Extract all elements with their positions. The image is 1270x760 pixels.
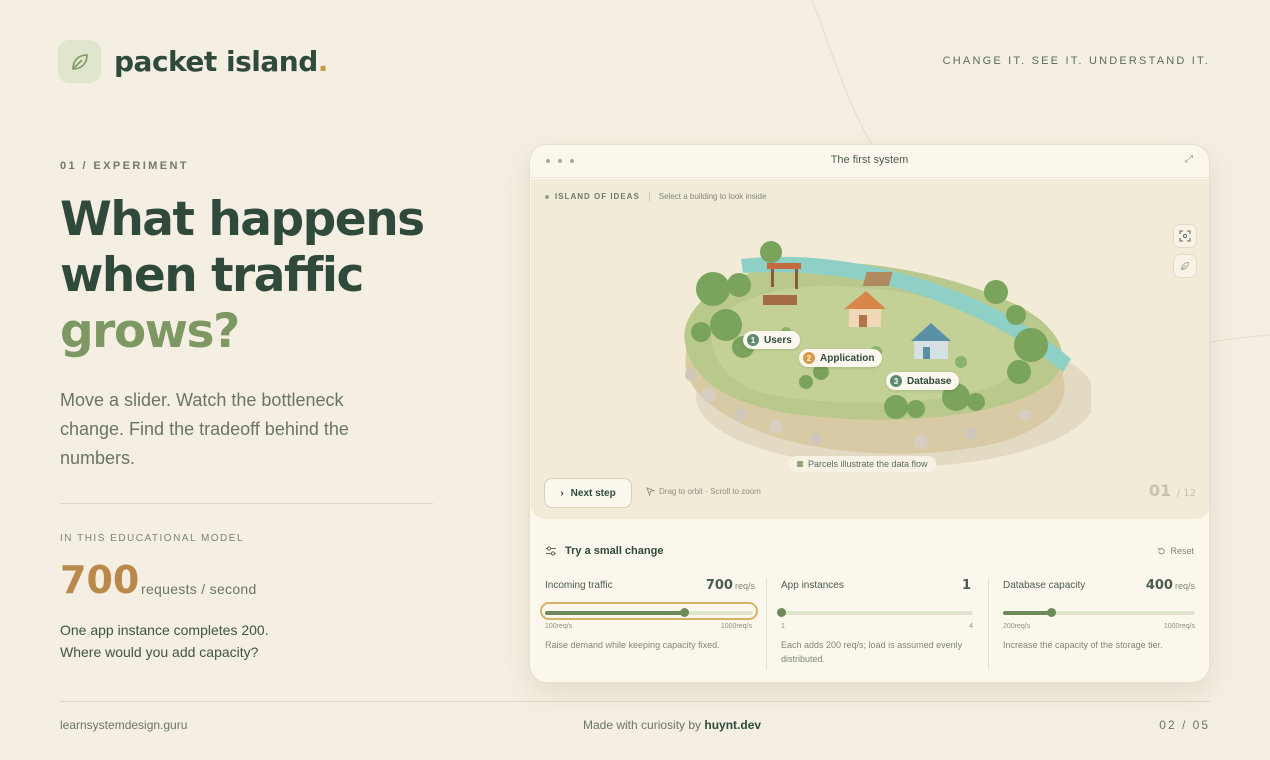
users-pin[interactable]: 1 Users [743, 331, 800, 349]
scene-label: ISLAND OF IDEAS Select a building to loo… [545, 192, 766, 201]
page-title: What happens when traffic grows? [60, 192, 425, 359]
pin-label: Application [820, 352, 875, 364]
chevron-right-icon: › [560, 487, 564, 499]
slider-max: 1000req/s [1163, 623, 1195, 630]
slider-value: 700 req/s [705, 578, 755, 593]
page-indicator: 02 / 05 [1159, 718, 1210, 732]
controls-header: Try a small change [545, 545, 663, 557]
expand-icon[interactable]: ⤢ [1185, 154, 1193, 165]
controls-panel: Try a small change Reset Incoming traffi… [531, 531, 1209, 682]
step-counter: 01 / 12 [1148, 481, 1196, 500]
cursor-icon [646, 487, 655, 496]
application-pin[interactable]: 2 Application [799, 349, 883, 367]
experiment-eyebrow: 01 / EXPERIMENT [60, 160, 189, 172]
slider-min: 200req/s [1003, 623, 1031, 630]
divider [988, 578, 989, 670]
traffic-slider-group: Incoming traffic 700 req/s 100req/s 1000r… [540, 578, 758, 670]
slider-description: Increase the capacity of the storage tie… [1003, 640, 1163, 650]
island-scene[interactable]: ISLAND OF IDEAS Select a building to loo… [531, 179, 1209, 519]
slider-thumb [1047, 608, 1056, 617]
capacity-note: One app instance completes 200. Where wo… [60, 622, 269, 660]
window-title: The first system [830, 154, 909, 166]
footer-divider [60, 701, 1210, 702]
database-slider[interactable] [1003, 608, 1195, 617]
database-slider-group: Database capacity 400 req/s 200req/s 1000… [1003, 578, 1195, 670]
slider-title: App instances [781, 580, 844, 591]
parcel-icon [797, 461, 803, 467]
simulation-window: The first system ⤢ ISLAND OF IDEAS Selec… [529, 144, 1210, 683]
traffic-slider[interactable] [545, 608, 753, 617]
slider-max: 1000req/s [720, 623, 752, 630]
pin-number: 2 [803, 352, 815, 364]
brand-logo[interactable]: packet island. [58, 40, 328, 83]
orbit-hint: Drag to orbit · Scroll to zoom [646, 487, 761, 496]
divider [60, 503, 433, 504]
reset-button[interactable]: Reset [1157, 546, 1194, 556]
leaf-mode-icon[interactable] [1173, 254, 1197, 278]
slider-description: Raise demand while keeping capacity fixe… [545, 640, 720, 650]
database-pin[interactable]: 3 Database [886, 372, 960, 390]
slider-description: Each adds 200 req/s; load is assumed eve… [781, 640, 963, 664]
slider-thumb [679, 608, 689, 617]
instances-slider[interactable] [777, 608, 973, 617]
window-titlebar: The first system ⤢ [530, 145, 1209, 178]
pin-label: Users [764, 334, 792, 346]
slider-title: Database capacity [1003, 580, 1086, 591]
slider-min: 100req/s [545, 623, 573, 630]
slider-value: 1 [961, 578, 971, 593]
tagline: CHANGE IT. SEE IT. UNDERSTAND IT. [942, 55, 1210, 67]
focus-icon[interactable] [1173, 224, 1197, 248]
leaf-icon [58, 40, 101, 83]
divider [766, 578, 767, 670]
model-label: IN THIS EDUCATIONAL MODEL [60, 533, 245, 544]
slider-thumb [777, 608, 786, 617]
pin-number: 3 [890, 375, 902, 387]
slider-max: 4 [969, 623, 973, 630]
instances-slider-group: App instances 1 1 4 Each adds 200 req/s;… [777, 578, 973, 670]
pin-label: Database [907, 375, 952, 387]
slider-min: 1 [781, 623, 785, 630]
sliders-icon [546, 546, 556, 556]
lede-text: Move a slider. Watch the bottleneck chan… [60, 390, 349, 468]
credits: Made with curiosity by huynt.dev [583, 718, 762, 732]
slider-value: 400 req/s [1145, 578, 1195, 593]
next-step-button[interactable]: › Next step [544, 478, 632, 508]
traffic-stat-unit: requests / second [141, 581, 257, 597]
brand-name: packet island. [114, 45, 328, 78]
traffic-stat-value: 700 [60, 558, 140, 602]
parcel-note: Parcels illustrate the data flow [789, 456, 936, 472]
pin-number: 1 [747, 334, 759, 346]
slider-title: Incoming traffic [545, 580, 613, 591]
site-link[interactable]: learnsystemdesign.guru [60, 718, 187, 732]
author-link[interactable]: huynt.dev [704, 718, 761, 732]
reset-icon [1158, 547, 1166, 554]
